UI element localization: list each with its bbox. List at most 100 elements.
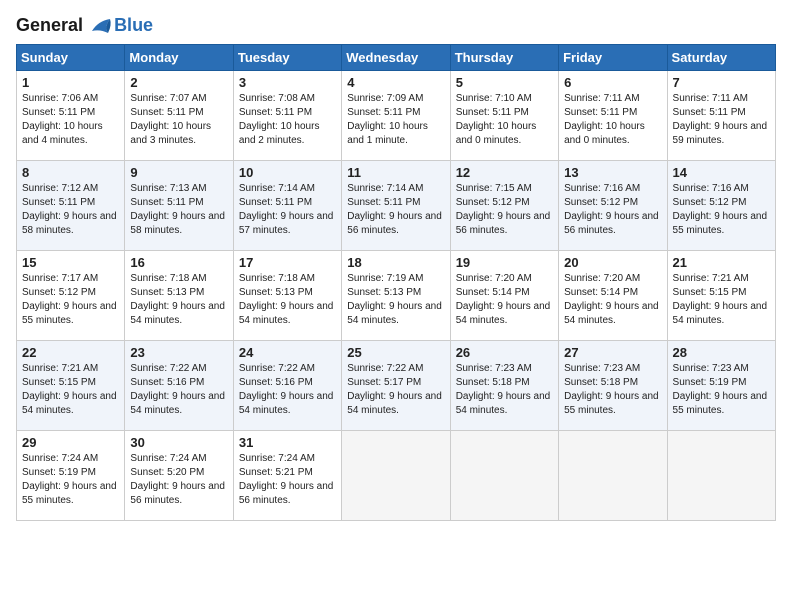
weekday-header-row: SundayMondayTuesdayWednesdayThursdayFrid… <box>17 44 776 70</box>
day-number: 21 <box>673 255 770 270</box>
day-number: 27 <box>564 345 661 360</box>
calendar-cell: 29 Sunrise: 7:24 AM Sunset: 5:19 PM Dayl… <box>17 430 125 520</box>
daylight-label: Daylight: 9 hours and 57 minutes. <box>239 211 334 236</box>
day-info: Sunrise: 7:11 AM Sunset: 5:11 PM Dayligh… <box>673 92 770 148</box>
sunset-label: Sunset: 5:20 PM <box>130 467 204 478</box>
calendar-cell <box>342 430 450 520</box>
day-number: 14 <box>673 165 770 180</box>
sunset-label: Sunset: 5:13 PM <box>130 287 204 298</box>
sunset-label: Sunset: 5:16 PM <box>130 377 204 388</box>
sunrise-label: Sunrise: 7:20 AM <box>456 273 532 284</box>
calendar-cell: 20 Sunrise: 7:20 AM Sunset: 5:14 PM Dayl… <box>559 250 667 340</box>
calendar-cell: 22 Sunrise: 7:21 AM Sunset: 5:15 PM Dayl… <box>17 340 125 430</box>
day-info: Sunrise: 7:22 AM Sunset: 5:17 PM Dayligh… <box>347 362 444 418</box>
sunset-label: Sunset: 5:11 PM <box>673 107 746 118</box>
daylight-label: Daylight: 9 hours and 55 minutes. <box>673 391 768 416</box>
daylight-label: Daylight: 9 hours and 54 minutes. <box>239 301 334 326</box>
day-number: 7 <box>673 75 770 90</box>
day-info: Sunrise: 7:20 AM Sunset: 5:14 PM Dayligh… <box>564 272 661 328</box>
calendar-cell <box>667 430 775 520</box>
day-info: Sunrise: 7:16 AM Sunset: 5:12 PM Dayligh… <box>673 182 770 238</box>
daylight-label: Daylight: 9 hours and 54 minutes. <box>130 391 225 416</box>
calendar-cell <box>450 430 558 520</box>
day-number: 28 <box>673 345 770 360</box>
sunset-label: Sunset: 5:19 PM <box>673 377 747 388</box>
sunrise-label: Sunrise: 7:23 AM <box>564 363 640 374</box>
day-info: Sunrise: 7:14 AM Sunset: 5:11 PM Dayligh… <box>239 182 336 238</box>
calendar-cell: 30 Sunrise: 7:24 AM Sunset: 5:20 PM Dayl… <box>125 430 233 520</box>
day-info: Sunrise: 7:18 AM Sunset: 5:13 PM Dayligh… <box>239 272 336 328</box>
sunset-label: Sunset: 5:11 PM <box>22 107 95 118</box>
day-number: 25 <box>347 345 444 360</box>
sunrise-label: Sunrise: 7:09 AM <box>347 93 423 104</box>
page-header: General Blue <box>16 16 776 36</box>
weekday-header-saturday: Saturday <box>667 44 775 70</box>
day-info: Sunrise: 7:23 AM Sunset: 5:18 PM Dayligh… <box>456 362 553 418</box>
day-number: 16 <box>130 255 227 270</box>
daylight-label: Daylight: 9 hours and 54 minutes. <box>673 301 768 326</box>
sunset-label: Sunset: 5:16 PM <box>239 377 313 388</box>
sunrise-label: Sunrise: 7:08 AM <box>239 93 315 104</box>
day-info: Sunrise: 7:16 AM Sunset: 5:12 PM Dayligh… <box>564 182 661 238</box>
day-info: Sunrise: 7:23 AM Sunset: 5:19 PM Dayligh… <box>673 362 770 418</box>
sunrise-label: Sunrise: 7:14 AM <box>347 183 423 194</box>
day-info: Sunrise: 7:10 AM Sunset: 5:11 PM Dayligh… <box>456 92 553 148</box>
sunset-label: Sunset: 5:11 PM <box>239 197 312 208</box>
day-info: Sunrise: 7:11 AM Sunset: 5:11 PM Dayligh… <box>564 92 661 148</box>
sunrise-label: Sunrise: 7:21 AM <box>673 273 749 284</box>
day-info: Sunrise: 7:12 AM Sunset: 5:11 PM Dayligh… <box>22 182 119 238</box>
sunset-label: Sunset: 5:11 PM <box>347 107 420 118</box>
day-info: Sunrise: 7:18 AM Sunset: 5:13 PM Dayligh… <box>130 272 227 328</box>
sunset-label: Sunset: 5:18 PM <box>456 377 530 388</box>
daylight-label: Daylight: 9 hours and 56 minutes. <box>456 211 551 236</box>
daylight-label: Daylight: 9 hours and 55 minutes. <box>22 301 117 326</box>
daylight-label: Daylight: 9 hours and 54 minutes. <box>347 391 442 416</box>
day-info: Sunrise: 7:08 AM Sunset: 5:11 PM Dayligh… <box>239 92 336 148</box>
daylight-label: Daylight: 9 hours and 54 minutes. <box>456 391 551 416</box>
calendar-cell: 2 Sunrise: 7:07 AM Sunset: 5:11 PM Dayli… <box>125 70 233 160</box>
day-number: 15 <box>22 255 119 270</box>
sunset-label: Sunset: 5:11 PM <box>456 107 529 118</box>
day-number: 24 <box>239 345 336 360</box>
weekday-header-sunday: Sunday <box>17 44 125 70</box>
calendar-cell: 26 Sunrise: 7:23 AM Sunset: 5:18 PM Dayl… <box>450 340 558 430</box>
calendar-cell: 24 Sunrise: 7:22 AM Sunset: 5:16 PM Dayl… <box>233 340 341 430</box>
day-number: 8 <box>22 165 119 180</box>
day-info: Sunrise: 7:15 AM Sunset: 5:12 PM Dayligh… <box>456 182 553 238</box>
daylight-label: Daylight: 9 hours and 59 minutes. <box>673 121 768 146</box>
day-info: Sunrise: 7:06 AM Sunset: 5:11 PM Dayligh… <box>22 92 119 148</box>
day-number: 10 <box>239 165 336 180</box>
sunset-label: Sunset: 5:15 PM <box>673 287 747 298</box>
daylight-label: Daylight: 9 hours and 56 minutes. <box>564 211 659 236</box>
daylight-label: Daylight: 10 hours and 1 minute. <box>347 121 428 146</box>
sunset-label: Sunset: 5:14 PM <box>456 287 530 298</box>
weekday-header-friday: Friday <box>559 44 667 70</box>
calendar-cell: 11 Sunrise: 7:14 AM Sunset: 5:11 PM Dayl… <box>342 160 450 250</box>
calendar-cell: 15 Sunrise: 7:17 AM Sunset: 5:12 PM Dayl… <box>17 250 125 340</box>
day-number: 31 <box>239 435 336 450</box>
weekday-header-monday: Monday <box>125 44 233 70</box>
sunset-label: Sunset: 5:11 PM <box>347 197 420 208</box>
day-info: Sunrise: 7:09 AM Sunset: 5:11 PM Dayligh… <box>347 92 444 148</box>
day-number: 22 <box>22 345 119 360</box>
calendar-cell: 27 Sunrise: 7:23 AM Sunset: 5:18 PM Dayl… <box>559 340 667 430</box>
weekday-header-wednesday: Wednesday <box>342 44 450 70</box>
sunset-label: Sunset: 5:11 PM <box>564 107 637 118</box>
sunrise-label: Sunrise: 7:21 AM <box>22 363 98 374</box>
sunset-label: Sunset: 5:19 PM <box>22 467 96 478</box>
calendar-table: SundayMondayTuesdayWednesdayThursdayFrid… <box>16 44 776 521</box>
sunrise-label: Sunrise: 7:17 AM <box>22 273 98 284</box>
day-info: Sunrise: 7:21 AM Sunset: 5:15 PM Dayligh… <box>673 272 770 328</box>
day-number: 23 <box>130 345 227 360</box>
calendar-cell: 28 Sunrise: 7:23 AM Sunset: 5:19 PM Dayl… <box>667 340 775 430</box>
calendar-cell: 18 Sunrise: 7:19 AM Sunset: 5:13 PM Dayl… <box>342 250 450 340</box>
sunset-label: Sunset: 5:18 PM <box>564 377 638 388</box>
logo-blue: Blue <box>114 16 153 36</box>
calendar-cell: 21 Sunrise: 7:21 AM Sunset: 5:15 PM Dayl… <box>667 250 775 340</box>
sunrise-label: Sunrise: 7:22 AM <box>130 363 206 374</box>
day-number: 5 <box>456 75 553 90</box>
sunset-label: Sunset: 5:15 PM <box>22 377 96 388</box>
sunrise-label: Sunrise: 7:20 AM <box>564 273 640 284</box>
day-number: 26 <box>456 345 553 360</box>
sunset-label: Sunset: 5:13 PM <box>239 287 313 298</box>
